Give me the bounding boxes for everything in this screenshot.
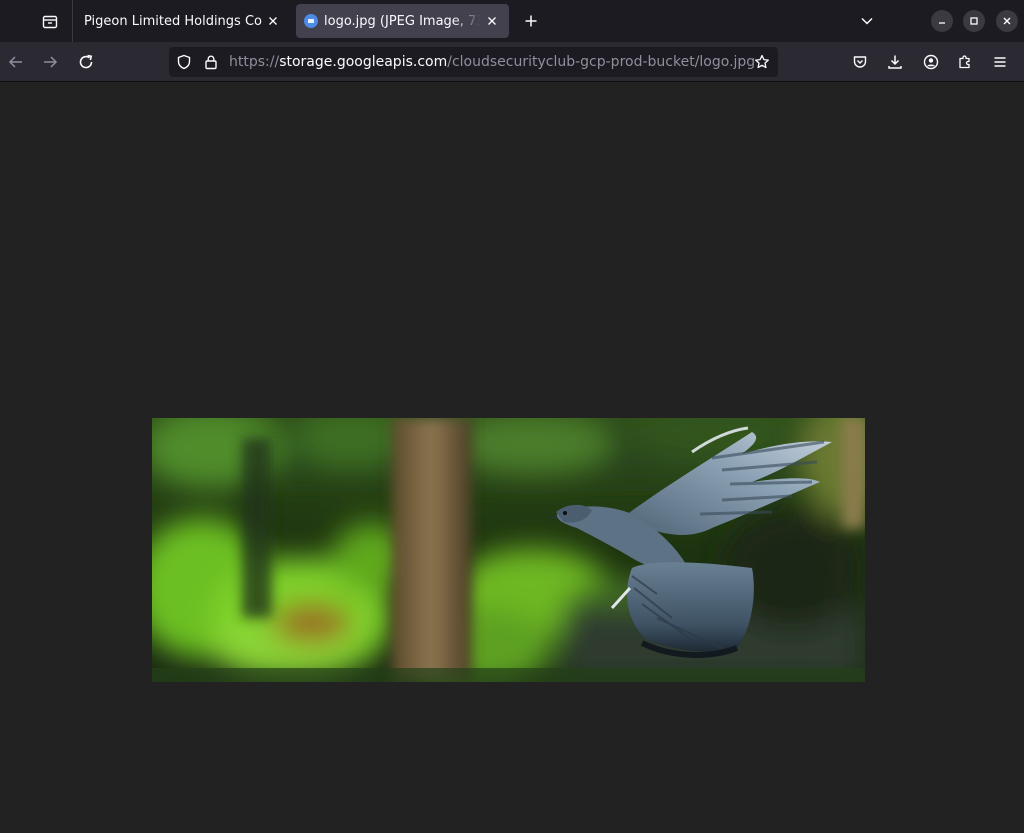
- tab-strip: Pigeon Limited Holdings Co. logo.jpg (JP…: [0, 0, 1024, 42]
- minimize-icon: [939, 22, 945, 24]
- maximize-icon: [970, 17, 978, 25]
- tab-label: Pigeon Limited Holdings Co.: [84, 13, 262, 29]
- extensions-button[interactable]: [951, 48, 979, 76]
- account-icon: [923, 54, 939, 70]
- logo-image[interactable]: [152, 418, 865, 682]
- pigeon-photo: [152, 418, 865, 682]
- tab-close-button[interactable]: [481, 10, 503, 32]
- close-icon: [269, 17, 277, 25]
- shield-icon: [177, 54, 191, 70]
- url-host: storage.googleapis.com: [279, 54, 448, 70]
- pocket-icon: [853, 56, 867, 68]
- list-all-tabs-button[interactable]: [855, 8, 879, 34]
- back-arrow-icon: [8, 56, 22, 68]
- close-icon: [1003, 17, 1011, 25]
- bookmark-button[interactable]: [752, 52, 772, 72]
- plus-icon: [525, 15, 537, 27]
- lock-icon: [205, 55, 217, 70]
- close-icon: [488, 17, 496, 25]
- chevron-down-icon: [861, 17, 873, 25]
- image-viewer: [0, 82, 1024, 833]
- minimize-button[interactable]: [931, 10, 953, 32]
- url-text: https://storage.googleapis.com/cloudsecu…: [229, 47, 755, 77]
- maximize-button[interactable]: [963, 10, 985, 32]
- reload-icon: [79, 54, 93, 69]
- account-button[interactable]: [917, 48, 945, 76]
- image-favicon-icon: [304, 14, 318, 28]
- pocket-button[interactable]: [846, 48, 874, 76]
- downloads-button[interactable]: [881, 48, 909, 76]
- reload-button[interactable]: [72, 48, 100, 76]
- tab-pigeon-limited[interactable]: Pigeon Limited Holdings Co.: [74, 4, 290, 38]
- tab-close-button[interactable]: [262, 10, 284, 32]
- url-scheme: https://: [229, 54, 280, 70]
- tab-logo-jpg[interactable]: logo.jpg (JPEG Image, 73: [296, 4, 509, 38]
- back-button[interactable]: [2, 48, 30, 76]
- star-icon: [755, 54, 769, 69]
- new-tab-button[interactable]: [518, 8, 544, 34]
- tab-label: logo.jpg (JPEG Image, 73: [324, 13, 481, 29]
- tab-list-icon: [42, 15, 58, 29]
- hamburger-menu-icon: [994, 57, 1006, 67]
- forward-arrow-icon: [44, 56, 58, 68]
- forward-button[interactable]: [36, 48, 64, 76]
- url-bar[interactable]: https://storage.googleapis.com/cloudsecu…: [169, 47, 778, 77]
- close-window-button[interactable]: [996, 10, 1018, 32]
- url-path: /cloudsecurityclub-gcp-prod-bucket/logo.…: [447, 54, 756, 70]
- tracking-protection-button[interactable]: [174, 52, 194, 72]
- puzzle-icon: [959, 55, 970, 69]
- site-info-button[interactable]: [201, 52, 221, 72]
- tab-separator: [72, 0, 73, 42]
- download-icon: [888, 55, 902, 69]
- tab-list-button[interactable]: [36, 8, 64, 36]
- navigation-toolbar: https://storage.googleapis.com/cloudsecu…: [0, 42, 1024, 82]
- app-menu-button[interactable]: [986, 48, 1014, 76]
